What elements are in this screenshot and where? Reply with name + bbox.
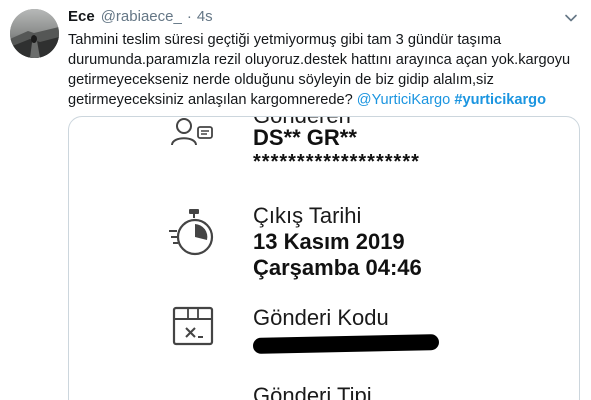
chevron-down-icon[interactable] bbox=[562, 9, 580, 27]
tweet-text-line: Tahmini teslim süresi geçtiği yetmiyormu… bbox=[68, 32, 502, 48]
separator-dot: · bbox=[186, 8, 192, 25]
tweet-header: Ece @rabiaece_ · 4s bbox=[68, 8, 213, 28]
mention-link[interactable]: @YurticiKargo bbox=[357, 92, 451, 108]
stopwatch-icon bbox=[169, 209, 214, 256]
shipment-type-label: Gönderi Tipi bbox=[253, 383, 372, 400]
avatar[interactable] bbox=[10, 9, 59, 58]
person-card-icon bbox=[171, 118, 213, 146]
redaction-bar bbox=[252, 334, 440, 354]
shipment-code-label: Gönderi Kodu bbox=[253, 305, 389, 330]
sender-masked: ******************* bbox=[253, 151, 420, 173]
tweet-text: Tahmini teslim süresi geçtiği yetmiyormu… bbox=[68, 30, 583, 110]
departure-date: 13 Kasım 2019 bbox=[253, 229, 405, 254]
tweet-media-image[interactable]: Gönderen DS** GR** ******************* Ç… bbox=[68, 116, 580, 400]
author-handle[interactable]: @rabiaece_ bbox=[101, 8, 182, 25]
sender-name: DS** GR** bbox=[253, 125, 357, 150]
tweet-text-line-last: getirmeyeceksiniz anlaşılan kargomnerede… bbox=[68, 90, 583, 110]
tweet-text-line: durumunda.paramızla rezil oluyoruz.deste… bbox=[68, 52, 571, 68]
departure-day-time: Çarşamba 04:46 bbox=[253, 255, 422, 280]
tweet: Ece @rabiaece_ · 4s Tahmini teslim süres… bbox=[0, 0, 591, 400]
tweet-text-segment: getirmeyeceksiniz anlaşılan kargomnerede… bbox=[68, 92, 357, 108]
departure-label: Çıkış Tarihi bbox=[253, 203, 362, 228]
avatar-image bbox=[10, 9, 59, 58]
hashtag-link[interactable]: #yurticikargo bbox=[454, 92, 546, 108]
tweet-timestamp[interactable]: 4s bbox=[197, 8, 213, 25]
tweet-text-line: getirmeyecekseniz nerde olduğunu söyleyi… bbox=[68, 72, 494, 88]
package-icon bbox=[172, 306, 214, 346]
author-name[interactable]: Ece bbox=[68, 8, 95, 25]
